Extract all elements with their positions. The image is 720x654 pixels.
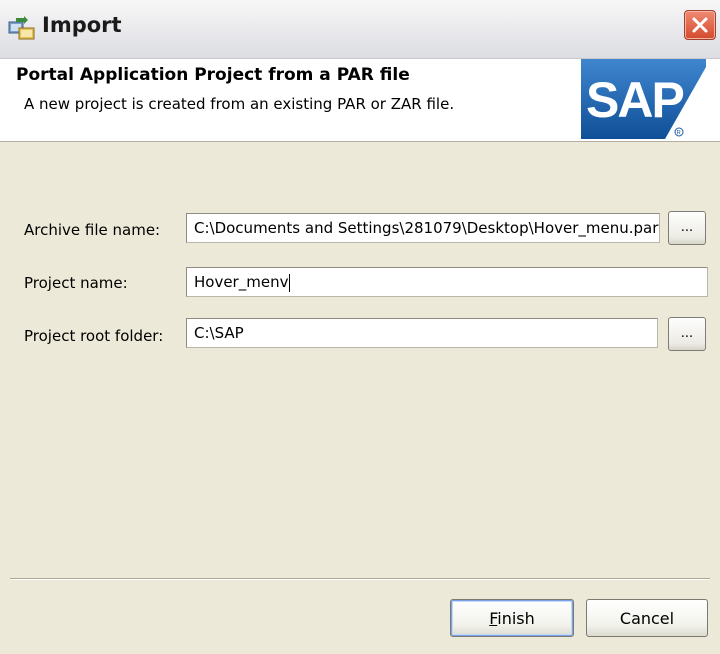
text-cursor <box>289 273 291 292</box>
archive-file-label: Archive file name: <box>24 221 161 239</box>
root-browse-button[interactable]: ... <box>668 317 706 351</box>
project-name-field[interactable]: Hover_menv <box>186 267 708 297</box>
archive-browse-button[interactable]: ... <box>668 211 706 245</box>
project-name-value: Hover_menv <box>194 273 289 291</box>
title-bar[interactable]: Import <box>0 0 720 59</box>
finish-button[interactable]: Finish <box>450 599 574 637</box>
wizard-description: A new project is created from an existin… <box>24 95 455 113</box>
project-root-field[interactable] <box>186 318 658 348</box>
finish-label: inish <box>497 608 535 628</box>
wizard-title: Portal Application Project from a PAR fi… <box>16 65 410 85</box>
project-name-label: Project name: <box>24 274 128 292</box>
close-icon <box>692 17 708 33</box>
wizard-header: Portal Application Project from a PAR fi… <box>0 59 720 142</box>
sap-logo: SAP R <box>581 59 706 139</box>
close-button[interactable] <box>684 10 716 40</box>
project-root-label: Project root folder: <box>24 327 164 345</box>
import-wizard-icon <box>8 16 35 40</box>
import-dialog: Import Portal Application Project from a… <box>0 0 720 654</box>
cancel-button[interactable]: Cancel <box>586 599 708 637</box>
svg-text:R: R <box>677 131 682 137</box>
sap-logo-text: SAP <box>586 72 683 128</box>
window-title: Import <box>42 13 122 37</box>
button-separator <box>10 578 710 580</box>
archive-file-field[interactable] <box>186 213 660 243</box>
